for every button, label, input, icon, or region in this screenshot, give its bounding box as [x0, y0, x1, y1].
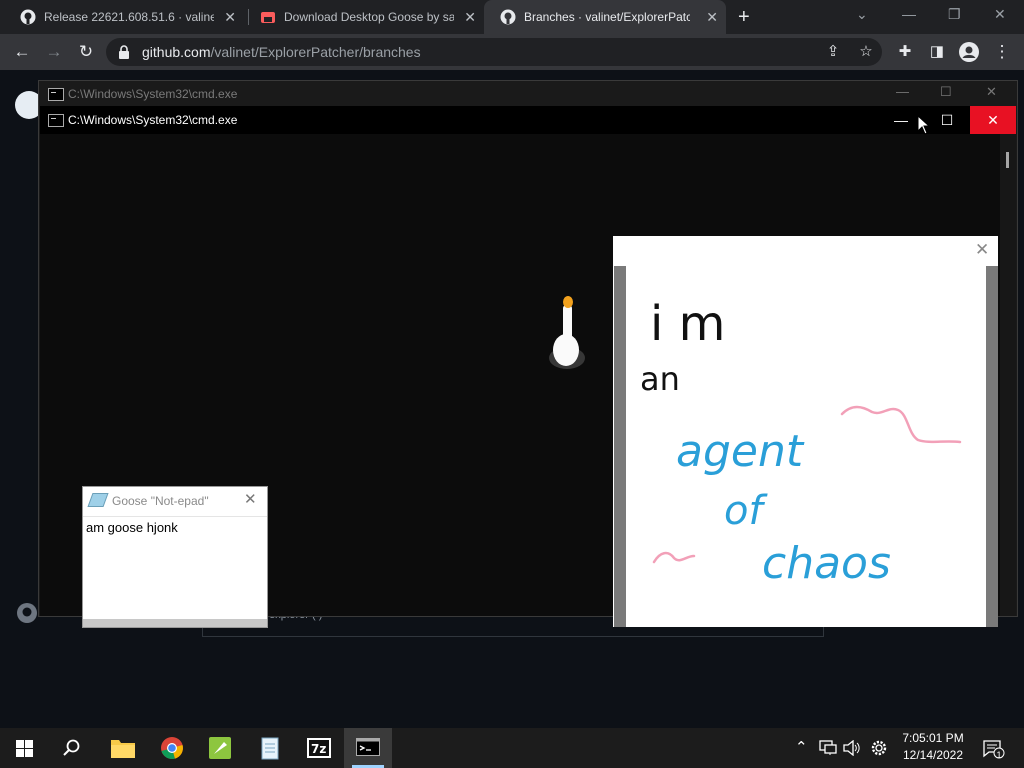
tab-title: Download Desktop Goose by sam	[284, 10, 454, 24]
scrollbar-thumb[interactable]	[1006, 152, 1009, 168]
notepad-icon[interactable]	[260, 736, 280, 760]
close-button[interactable]: ✕	[970, 106, 1016, 134]
cmd-title: C:\Windows\System32\cmd.exe	[68, 113, 238, 127]
side-panel-icon[interactable]: ◨	[926, 41, 948, 63]
close-icon[interactable]: ✕	[244, 490, 257, 508]
cmd-icon	[48, 88, 64, 101]
chevron-up-icon[interactable]: ⌃	[795, 738, 808, 756]
tab-release[interactable]: Release 22621.608.51.6 · valinet/E ✕	[4, 0, 244, 34]
desktop-goose-sprite[interactable]	[545, 292, 589, 374]
goose-app-icon[interactable]	[208, 736, 232, 760]
volume-icon[interactable]	[843, 740, 861, 756]
meme-line-5: chaos	[762, 538, 891, 589]
extensions-icon[interactable]: ✚	[894, 41, 916, 63]
tab-search-icon[interactable]: ⌄	[856, 6, 868, 23]
svg-text:7z: 7z	[311, 742, 326, 756]
new-tab-button[interactable]: +	[738, 6, 750, 29]
restore-icon[interactable]: ❐	[948, 6, 961, 23]
maximize-icon[interactable]: ☐	[940, 84, 952, 100]
file-explorer-icon[interactable]	[110, 737, 136, 759]
meme-line-4: of	[724, 488, 768, 534]
itchio-icon	[261, 12, 275, 23]
meme-line-1: i m	[650, 296, 725, 352]
profile-avatar-icon[interactable]	[959, 42, 979, 62]
close-tab-icon[interactable]: ✕	[224, 9, 236, 26]
meme-frame-left	[614, 266, 626, 627]
notepad-text[interactable]: am goose hjonk	[86, 520, 178, 535]
close-icon[interactable]: ✕	[975, 240, 989, 260]
cmd-back-title: C:\Windows\System32\cmd.exe	[68, 87, 238, 101]
start-icon[interactable]	[16, 740, 33, 757]
close-tab-icon[interactable]: ✕	[706, 9, 718, 26]
7zip-icon[interactable]: 7z	[306, 737, 332, 759]
meme-frame-right	[986, 266, 998, 627]
maximize-button[interactable]: ☐	[924, 106, 970, 134]
meme-line-3: agent	[676, 426, 805, 477]
notification-count-badge: 1	[996, 750, 1002, 760]
tab-branches[interactable]: Branches · valinet/ExplorerPatche ✕	[484, 0, 726, 34]
back-icon[interactable]: ←	[11, 41, 33, 63]
settings-gear-icon[interactable]	[870, 739, 888, 757]
tab-title: Branches · valinet/ExplorerPatche	[524, 10, 690, 24]
url-path: /valinet/ExplorerPatcher/branches	[210, 44, 421, 60]
meme-line-2: an	[640, 360, 680, 398]
mouse-cursor-icon	[917, 115, 929, 135]
cmd-icon	[48, 114, 64, 127]
clock-time[interactable]: 7:05:01 PM	[888, 731, 978, 745]
notepad-title: Goose "Not-epad"	[112, 494, 209, 508]
bookmark-star-icon[interactable]: ☆	[855, 41, 877, 63]
url-text: github.com/valinet/ExplorerPatcher/branc…	[142, 44, 421, 60]
menu-kebab-icon[interactable]: ⋮	[991, 41, 1013, 63]
minimize-icon[interactable]: —	[902, 6, 916, 22]
meme-drawing: i m an agent of chaos	[640, 296, 962, 589]
close-icon[interactable]: ✕	[986, 84, 997, 100]
close-icon[interactable]: ✕	[994, 6, 1006, 23]
github-icon	[20, 9, 36, 25]
lock-icon	[119, 45, 129, 59]
reload-icon[interactable]: ↻	[75, 41, 97, 63]
share-icon[interactable]: ⇪	[822, 41, 844, 63]
network-icon[interactable]	[819, 740, 837, 756]
url-host: github.com	[142, 44, 211, 60]
scrollbar[interactable]	[1000, 134, 1016, 616]
cmd-icon[interactable]	[356, 738, 380, 756]
tab-title: Release 22621.608.51.6 · valinet/E	[44, 10, 214, 24]
close-tab-icon[interactable]: ✕	[464, 9, 476, 26]
tab-desktop-goose[interactable]: Download Desktop Goose by sam ✕	[244, 0, 484, 34]
github-footer-logo-icon[interactable]	[16, 602, 38, 624]
search-icon[interactable]	[63, 739, 81, 757]
forward-icon[interactable]: →	[43, 41, 65, 63]
chrome-icon[interactable]	[160, 736, 184, 760]
minimize-icon[interactable]: —	[896, 84, 909, 99]
github-icon	[500, 9, 516, 25]
clock-date[interactable]: 12/14/2022	[888, 748, 978, 762]
github-logo-icon[interactable]	[14, 90, 38, 120]
notepad-bottom-edge	[83, 619, 267, 627]
